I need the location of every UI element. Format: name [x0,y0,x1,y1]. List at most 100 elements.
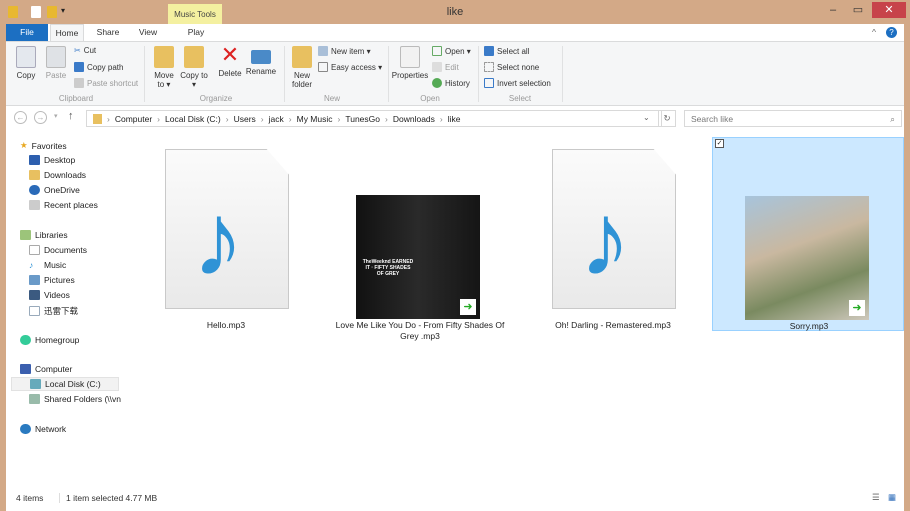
new-folder-button[interactable]: New folder [288,42,316,89]
properties-icon [400,46,420,68]
tab-file[interactable]: File [6,24,48,41]
shortcut-arrow-icon: ➜ [460,299,476,315]
breadcrumb-item[interactable]: Computer [115,114,152,124]
tab-home[interactable]: Home [50,24,84,41]
paste-button[interactable]: Paste [42,42,70,80]
open-icon [432,46,442,56]
edit-button[interactable]: Edit [432,62,459,72]
star-icon: ★ [20,140,28,150]
file-name: Oh! Darling - Remastered.mp3 [555,320,671,330]
new-item-button[interactable]: New item ▾ [318,46,371,56]
up-button[interactable]: ↑ [68,110,74,122]
breadcrumb-separator[interactable]: › [157,114,160,124]
nav-computer[interactable]: Computer [20,364,72,374]
select-none-button[interactable]: Select none [484,62,539,72]
nav-label: Music [44,260,67,270]
delete-button[interactable]: ✕ Delete [214,42,246,79]
address-dropdown-icon[interactable]: ⌄ [643,113,650,122]
shortcut-arrow-icon: ➜ [849,300,865,316]
breadcrumb-separator[interactable]: › [385,114,388,124]
copy-path-button[interactable]: Copy path [74,62,123,72]
nav-xunlei-downloads[interactable]: 迅雷下载 [29,305,78,317]
select-all-button[interactable]: Select all [484,46,529,56]
select-group-label: Select [508,94,532,103]
breadcrumb-item[interactable]: Downloads [393,114,435,124]
address-bar[interactable]: › Computer › Local Disk (C:) › Users › jack › My … [86,110,662,127]
tab-play[interactable]: Play [176,24,216,41]
breadcrumb-separator[interactable]: › [261,114,264,124]
organize-group-label: Organize [199,94,233,103]
open-label: Open ▾ [445,46,471,56]
nav-label: Network [35,424,67,434]
nav-music[interactable]: ♪ Music [29,260,66,270]
album-art-text: TheWeeknd EARNED IT · FIFTY SHADES OF GR… [362,259,414,277]
close-button[interactable]: ✕ [872,2,906,18]
new-folder-icon [292,46,312,68]
details-view-icon[interactable]: ☰ [872,492,880,503]
paste-shortcut-button[interactable]: Paste shortcut [74,78,138,88]
rename-button[interactable]: Rename [244,42,278,76]
nav-desktop[interactable]: Desktop [29,155,75,165]
properties-button[interactable]: Properties [390,42,430,80]
breadcrumb-separator[interactable]: › [107,114,110,124]
file-item[interactable]: ♪ Oh! Darling - Remastered.mp3 [517,137,709,331]
large-icons-view-icon[interactable]: ▦ [888,492,896,503]
collapse-ribbon-icon[interactable]: ^ [868,24,880,41]
nav-libraries[interactable]: Libraries [20,230,68,240]
nav-shared-folders[interactable]: Shared Folders (\\vn [29,394,121,404]
computer-icon [20,364,31,374]
homegroup-icon [20,335,31,345]
nav-onedrive[interactable]: OneDrive [29,185,80,195]
nav-local-disk[interactable]: Local Disk (C:) [11,377,119,391]
forward-button[interactable]: → [34,111,47,124]
copy-button[interactable]: Copy [12,42,40,80]
back-button[interactable]: ← [14,111,27,124]
invert-selection-button[interactable]: Invert selection [484,78,551,88]
tab-view[interactable]: View [132,24,164,41]
refresh-button[interactable]: ↻ [658,110,676,127]
file-item[interactable]: ♪ Hello.mp3 [130,137,322,331]
easy-access-button[interactable]: Easy access ▾ [318,62,382,72]
copy-label: Copy [16,71,36,80]
breadcrumb-item[interactable]: Users [234,114,256,124]
breadcrumb-item[interactable]: My Music [297,114,333,124]
cut-button[interactable]: ✂ Cut [74,46,96,55]
breadcrumb-separator[interactable]: › [338,114,341,124]
maximize-button[interactable]: ▭ [845,2,871,18]
breadcrumb-item[interactable]: Local Disk (C:) [165,114,221,124]
breadcrumb-separator[interactable]: › [226,114,229,124]
history-button[interactable]: History [432,78,470,88]
tab-share[interactable]: Share [90,24,126,41]
help-icon[interactable]: ? [886,27,897,38]
libraries-icon [20,230,31,240]
recent-locations-icon[interactable]: ▾ [54,112,58,120]
selection-checkbox[interactable]: ✓ [715,139,724,148]
select-all-icon [484,46,494,56]
breadcrumb-item[interactable]: TunesGo [345,114,380,124]
nav-downloads[interactable]: Downloads [29,170,86,180]
breadcrumb-separator[interactable]: › [440,114,443,124]
copy-to-label: Copy to ▾ [180,71,208,89]
audio-file-icon: ♪ [552,149,676,309]
breadcrumb-separator[interactable]: › [289,114,292,124]
breadcrumb-item[interactable]: like [448,114,461,124]
nav-favorites[interactable]: ★ Favorites [20,140,67,151]
album-art-thumbnail: TheWeeknd EARNED IT · FIFTY SHADES OF GR… [356,195,480,319]
nav-videos[interactable]: Videos [29,290,70,300]
breadcrumb-item[interactable]: jack [269,114,284,124]
search-input[interactable]: Search like ⌕ [684,110,902,127]
move-to-button[interactable]: Move to ▾ [150,42,178,89]
nav-network[interactable]: Network [20,424,66,434]
nav-pictures[interactable]: Pictures [29,275,75,285]
nav-documents[interactable]: Documents [29,245,87,255]
minimize-button[interactable]: – [820,2,846,18]
open-button[interactable]: Open ▾ [432,46,471,56]
file-item[interactable]: TheWeeknd EARNED IT · FIFTY SHADES OF GR… [324,137,516,341]
nav-homegroup[interactable]: Homegroup [20,335,79,345]
videos-icon [29,290,40,300]
copy-to-button[interactable]: Copy to ▾ [180,42,208,89]
selection-info: 1 item selected 4.77 MB [59,493,157,503]
file-item-selected[interactable]: ✓ ➜ Sorry.mp3 [712,137,904,331]
select-none-label: Select none [497,62,540,72]
nav-recent-places[interactable]: Recent places [29,200,98,210]
